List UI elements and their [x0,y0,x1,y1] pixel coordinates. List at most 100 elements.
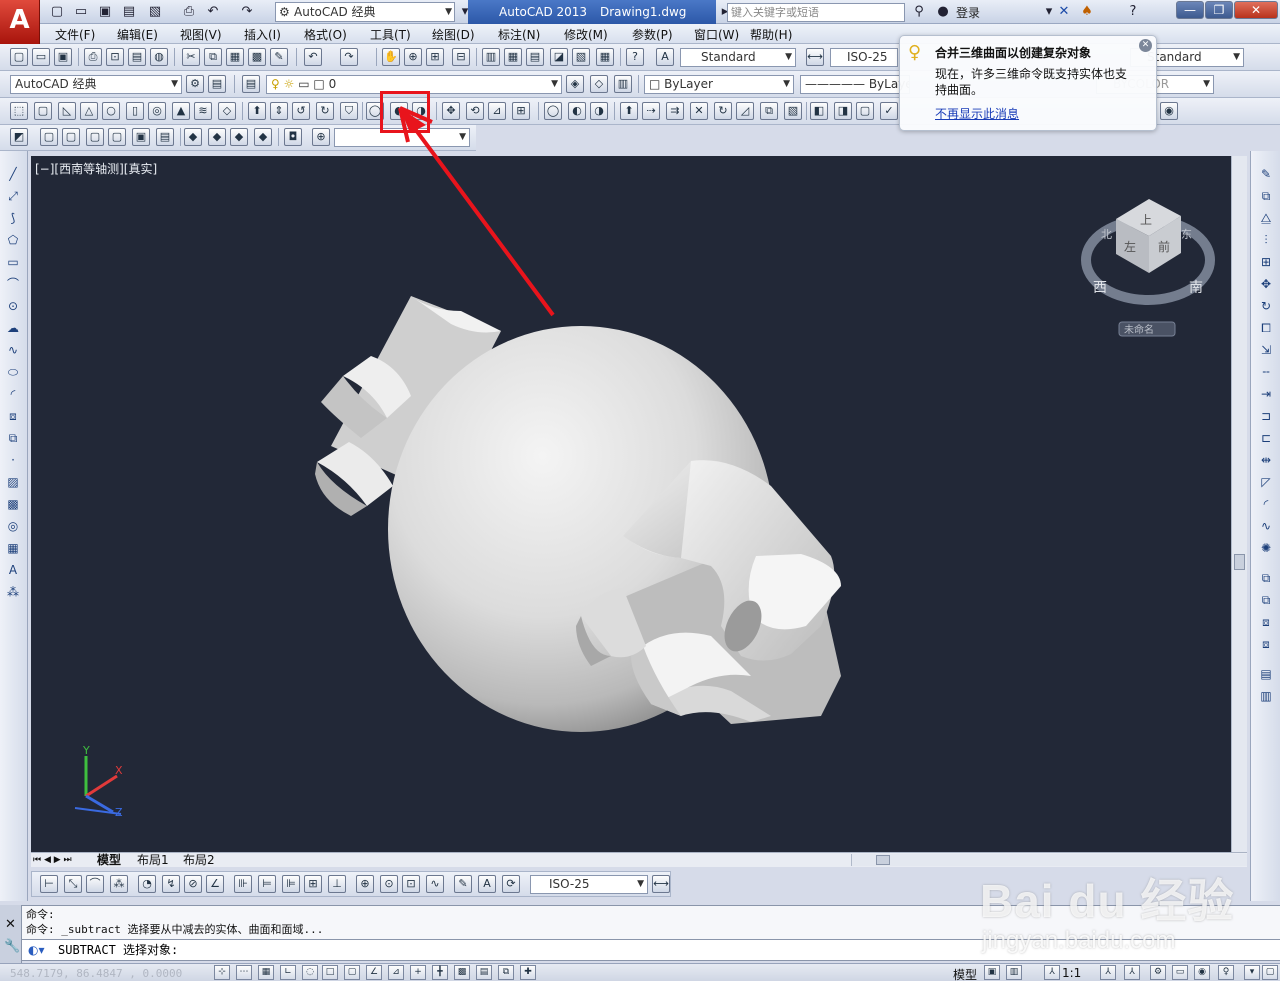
tab-nav-first-icon[interactable]: ⏮ ◀ ▶ ⏭ [33,853,72,867]
dynamic-ucs-icon[interactable]: ⊿ [388,965,404,980]
bring-above-icon[interactable]: ⧈ [1257,613,1275,631]
redo-icon[interactable]: ↷ [238,3,256,21]
new-icon[interactable]: ▢ [10,48,28,66]
3d-align-icon[interactable]: ⊿ [488,102,506,120]
draw-order-front-icon[interactable]: ⧉ [1257,569,1275,587]
minimize-button[interactable]: — [1176,1,1204,19]
exchange-icon[interactable]: ✕ [1055,3,1073,21]
break-icon[interactable]: ⊏ [1257,429,1275,447]
menu-file[interactable]: 文件(F) [55,26,95,43]
move-faces-icon[interactable]: ⇢ [642,102,660,120]
polygon-icon[interactable]: ⬠ [4,231,22,249]
snap-mode-icon[interactable]: ⋯ [236,965,252,980]
binoculars-icon[interactable]: ⚲ [910,3,928,21]
print-icon[interactable]: ⎙ [180,3,198,21]
compass-north[interactable]: 北 [1101,228,1112,241]
planar-surface-icon[interactable]: ◇ [218,102,236,120]
revolve-icon[interactable]: ↻ [316,102,334,120]
open-icon[interactable]: ▭ [32,48,50,66]
dim-break-icon[interactable]: ⊥ [328,875,346,893]
publish-icon[interactable]: ▤ [128,48,146,66]
trim-icon[interactable]: ╌ [1257,363,1275,381]
circle-icon[interactable]: ⊙ [4,297,22,315]
dim-edit-icon[interactable]: ✎ [454,875,472,893]
union-solid-icon[interactable]: ◯ [544,102,562,120]
compass-west[interactable]: 西 [1093,280,1107,296]
extrude-faces-icon[interactable]: ⬆ [620,102,638,120]
status-bar-menu-icon[interactable]: ▾ [1244,965,1260,980]
polar-tracking-icon[interactable]: ◌ [302,965,318,980]
maximize-button[interactable]: ❐ [1205,1,1233,19]
annotation-visibility-icon[interactable]: ⅄ [1100,965,1116,980]
auto-scale-icon[interactable]: ⅄ [1124,965,1140,980]
blend-curves-icon[interactable]: ∿ [1257,517,1275,535]
loft-icon[interactable]: ⛉ [340,102,358,120]
baseline-dim-icon[interactable]: ⊨ [258,875,276,893]
paste-block-icon[interactable]: ▩ [248,48,266,66]
inspection-icon[interactable]: ⊡ [402,875,420,893]
dim-update-icon[interactable]: ⟳ [502,875,520,893]
workspace-toolbar-combo[interactable]: AutoCAD 经典 ▼ [10,75,182,94]
save-icon[interactable]: ▣ [54,48,72,66]
plot-preview-icon[interactable]: ⊡ [106,48,124,66]
add-selected-icon[interactable]: ⁂ [4,583,22,601]
arc-length-dim-icon[interactable]: ⌒ [86,875,104,893]
annotation-scale-label[interactable]: 1:1 [1062,966,1081,980]
aligned-dim-icon[interactable]: ⤡ [64,875,82,893]
isolate-objects-icon[interactable]: ♀ [1218,965,1234,980]
taper-faces-icon[interactable]: ◿ [736,102,754,120]
workspace-switching-icon[interactable]: ⚙ [1150,965,1166,980]
zoom-realtime-icon[interactable]: ⊕ [404,48,422,66]
point-icon[interactable]: · [4,451,22,469]
redo-icon[interactable]: ↷ [340,48,358,66]
annotation-scale-icon[interactable]: ⅄ [1044,965,1060,980]
sw-iso-icon[interactable]: ◆ [184,128,202,146]
tool-palettes-icon[interactable]: ▤ [526,48,544,66]
hatch-back-icon[interactable]: ▥ [1257,687,1275,705]
3d-array-icon[interactable]: ⊞ [512,102,530,120]
viewcube-face-top[interactable]: 上 [1140,213,1152,227]
menu-edit[interactable]: 编辑(E) [117,26,158,43]
copy-object-icon[interactable]: ⧉ [1257,187,1275,205]
3d-rotate-icon[interactable]: ⟲ [466,102,484,120]
subtract-solid-icon[interactable]: ◐ [568,102,586,120]
dim-style-manager-icon[interactable]: ⟷ [652,875,670,893]
spline-icon[interactable]: ∿ [4,341,22,359]
camera-icon[interactable]: ◘ [284,128,302,146]
quick-properties-icon[interactable]: ▤ [476,965,492,980]
text-style-combo[interactable]: Standard ▼ [680,48,796,67]
text-front-icon[interactable]: ▤ [1257,665,1275,683]
dim-style-toolbar-combo[interactable]: ISO-25 ▼ [530,875,648,894]
sheet-set-icon[interactable]: ◪ [550,48,568,66]
region-icon[interactable]: ◎ [4,517,22,535]
make-current-layer-icon[interactable]: ◈ [566,75,584,93]
offset-icon[interactable]: ⫶ [1257,231,1275,249]
linear-dim-icon[interactable]: ⊢ [40,875,58,893]
linetype-combo[interactable]: ————— ByLayer [800,75,910,94]
copy-icon[interactable]: ⧉ [204,48,222,66]
cylinder-icon[interactable]: ▯ [126,102,144,120]
workspace-save-icon[interactable]: ▤ [208,75,226,93]
workspace-combo[interactable]: ⚙ AutoCAD 经典 ▼ [275,2,455,22]
open-file-icon[interactable]: ▭ [72,3,90,21]
arc-icon[interactable]: ⌒ [4,275,22,293]
right-view-icon[interactable]: ▢ [86,128,104,146]
transparency-icon[interactable]: ▩ [454,965,470,980]
convert-to-solid-icon[interactable]: ◩ [10,128,28,146]
construction-line-icon[interactable]: ⤢ [4,187,22,205]
menu-modify[interactable]: 修改(M) [564,26,608,43]
sweep-icon[interactable]: ↺ [292,102,310,120]
layer-properties-icon[interactable]: ▤ [242,75,260,93]
top-view-icon[interactable]: ▣ [132,128,150,146]
markup-icon[interactable]: ▧ [572,48,590,66]
break-at-point-icon[interactable]: ⊐ [1257,407,1275,425]
viewcube[interactable]: 上 左 前 北 东 西 南 未命名 [1081,199,1215,337]
quick-dim-icon[interactable]: ⊪ [234,875,252,893]
undo-icon[interactable]: ↶ [304,48,322,66]
object-snap-icon[interactable]: □ [322,965,338,980]
vertical-scrollbar[interactable] [1231,156,1247,852]
layer-previous-icon[interactable]: ◇ [590,75,608,93]
jogged-linear-icon[interactable]: ∿ [426,875,444,893]
3d-object-snap-icon[interactable]: ▢ [344,965,360,980]
angular-dim-icon[interactable]: ∠ [206,875,224,893]
